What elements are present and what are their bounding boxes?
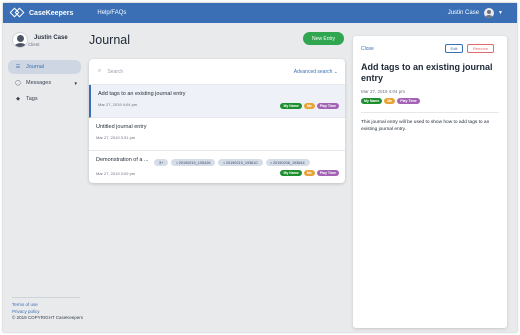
- profile-role: Client: [28, 41, 40, 47]
- tag-badge[interactable]: Play Time: [316, 170, 339, 176]
- profile-name: Justin Case: [34, 34, 68, 41]
- entry-title: Demonstration of a ...: [96, 157, 149, 163]
- entry-date: Mar 27, 2019 3:31 pm: [96, 135, 136, 140]
- help-faqs-link[interactable]: Help/FAQs: [97, 10, 126, 16]
- entry-detail-panel: Close Edit Remove Add tags to an existin…: [353, 36, 507, 328]
- journal-list-card: ⌕ Search Advanced search ⌄ Add tags to a…: [89, 59, 345, 183]
- sidebar-item-label: Journal: [26, 64, 45, 70]
- sidebar-item-messages[interactable]: ◯ Messages ▼: [8, 76, 81, 90]
- detail-body: This journal entry will be used to show …: [361, 120, 490, 132]
- entry-date: Mar 27, 2019 4:04 pm: [98, 102, 138, 107]
- attachment-chip[interactable]: ▪ 20190219_193610: [218, 159, 263, 166]
- sidebar: Justin Case Client ☰ Journal ◯ Messages …: [3, 23, 83, 332]
- avatar: [12, 32, 28, 48]
- tag-badge[interactable]: My Name: [361, 98, 383, 104]
- chevron-down-icon: ▼: [73, 80, 78, 86]
- tag-badge[interactable]: My Name: [280, 103, 302, 109]
- copyright: © 2019 COPYRIGHT CaseKeepers: [12, 315, 84, 320]
- entry-date: Mar 27, 2019 3:09 pm: [96, 171, 136, 176]
- list-icon: ☰: [15, 64, 21, 70]
- entry-title: Add tags to an existing journal entry: [98, 91, 186, 97]
- app-window: CaseKeepers Help/FAQs Justin Case ▼ Just…: [3, 3, 517, 332]
- journal-entry[interactable]: Demonstration of a ... 3+ ▪ 20190219_105…: [89, 151, 345, 183]
- divider: [361, 112, 499, 113]
- search-input[interactable]: Search: [107, 69, 123, 75]
- chat-icon: ◯: [15, 80, 21, 86]
- tag-badge[interactable]: My Name: [280, 170, 302, 176]
- sidebar-item-journal[interactable]: ☰ Journal: [8, 60, 81, 74]
- sidebar-item-tags[interactable]: ◆ Tags: [8, 92, 81, 106]
- new-entry-button[interactable]: New Entry: [303, 32, 344, 45]
- tag-badge[interactable]: Me: [384, 98, 396, 104]
- divider: [12, 297, 80, 298]
- chevron-down-icon: ▼: [498, 10, 503, 16]
- detail-date: Mar 27, 2019 4:04 pm: [361, 89, 406, 94]
- tag-badge[interactable]: Play Time: [397, 98, 420, 104]
- sidebar-footer: Terms of use Privacy policy: [12, 297, 80, 315]
- tag-badge[interactable]: Play Time: [316, 103, 339, 109]
- edit-button[interactable]: Edit: [445, 44, 463, 53]
- detail-title: Add tags to an existing journal entry: [361, 62, 493, 83]
- journal-entry[interactable]: Untitled journal entry Mar 27, 2019 3:31…: [89, 118, 345, 151]
- close-button[interactable]: Close: [361, 46, 374, 52]
- chevron-down-icon: ⌄: [333, 69, 338, 75]
- attachment-chip[interactable]: ▪ 20190219_105426: [171, 159, 216, 166]
- tag-badge[interactable]: Me: [303, 170, 315, 176]
- sidebar-item-label: Messages: [26, 80, 52, 86]
- sidebar-menu: ☰ Journal ◯ Messages ▼ ◆ Tags: [8, 60, 81, 108]
- entry-title: Untitled journal entry: [96, 124, 147, 130]
- page-title: Journal: [89, 33, 130, 47]
- top-bar: CaseKeepers Help/FAQs Justin Case ▼: [3, 3, 517, 23]
- profile: Justin Case Client: [12, 32, 68, 48]
- tag-badge[interactable]: Me: [303, 103, 315, 109]
- brand[interactable]: CaseKeepers: [9, 6, 74, 20]
- attachment-count-chip[interactable]: 3+: [154, 159, 169, 166]
- user-menu[interactable]: Justin Case ▼: [448, 3, 503, 23]
- brand-name: CaseKeepers: [29, 9, 74, 17]
- user-avatar-icon: [484, 8, 495, 18]
- search-row: ⌕ Search Advanced search ⌄: [89, 59, 345, 85]
- tag-icon: ◆: [16, 96, 20, 102]
- casekeepers-logo-icon: [9, 6, 25, 20]
- entry-tags: My Name Me Play Time: [278, 103, 339, 109]
- search-icon: ⌕: [98, 68, 102, 74]
- attachment-chip[interactable]: ▪ 20190208_193644: [265, 159, 310, 166]
- attachment-chips: 3+ ▪ 20190219_105426 ▪ 20190219_193610 ▪…: [154, 159, 313, 166]
- remove-button[interactable]: Remove: [467, 44, 494, 53]
- sidebar-item-label: Tags: [26, 96, 38, 102]
- user-menu-name: Justin Case: [447, 10, 480, 16]
- journal-entry[interactable]: Add tags to an existing journal entry Ma…: [89, 85, 345, 118]
- detail-tags: My Name Me Play Time: [361, 98, 422, 104]
- advanced-search-link[interactable]: Advanced search ⌄: [294, 69, 338, 75]
- entry-tags: My Name Me Play Time: [278, 170, 339, 176]
